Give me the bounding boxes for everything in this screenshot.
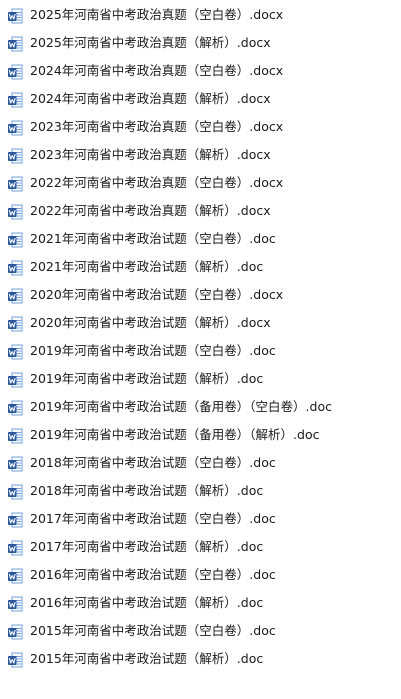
file-name: 2021年河南省中考政治试题（空白卷）.doc: [30, 231, 276, 246]
file-row[interactable]: 2022年河南省中考政治真题（解析）.docx: [0, 198, 401, 224]
file-row[interactable]: 2017年河南省中考政治试题（解析）.doc: [0, 534, 401, 560]
file-name: 2019年河南省中考政治试题（备用卷）（空白卷）.doc: [30, 399, 332, 414]
file-name: 2024年河南省中考政治真题（空白卷）.docx: [30, 63, 284, 78]
word-document-icon: [8, 372, 23, 388]
word-document-icon: [8, 652, 23, 668]
file-row[interactable]: 2015年河南省中考政治试题（空白卷）.doc: [0, 618, 401, 644]
file-name: 2015年河南省中考政治试题（空白卷）.doc: [30, 623, 276, 638]
file-row[interactable]: 2016年河南省中考政治试题（解析）.doc: [0, 590, 401, 616]
file-name: 2018年河南省中考政治试题（空白卷）.doc: [30, 455, 276, 470]
word-document-icon: [8, 540, 23, 556]
file-row[interactable]: 2025年河南省中考政治真题（空白卷）.docx: [0, 2, 401, 28]
word-document-icon: [8, 400, 23, 416]
word-document-icon: [8, 176, 23, 192]
file-row[interactable]: 2017年河南省中考政治试题（空白卷）.doc: [0, 506, 401, 532]
file-row[interactable]: 2016年河南省中考政治试题（空白卷）.doc: [0, 562, 401, 588]
file-row[interactable]: 2019年河南省中考政治试题（备用卷）（解析）.doc: [0, 422, 401, 448]
file-row[interactable]: 2021年河南省中考政治试题（空白卷）.doc: [0, 226, 401, 252]
word-document-icon: [8, 64, 23, 80]
file-name: 2020年河南省中考政治试题（解析）.docx: [30, 315, 271, 330]
file-row[interactable]: 2015年河南省中考政治试题（解析）.doc: [0, 646, 401, 672]
word-document-icon: [8, 36, 23, 52]
word-document-icon: [8, 8, 23, 24]
file-name: 2016年河南省中考政治试题（空白卷）.doc: [30, 567, 276, 582]
word-document-icon: [8, 316, 23, 332]
word-document-icon: [8, 456, 23, 472]
word-document-icon: [8, 596, 23, 612]
word-document-icon: [8, 92, 23, 108]
file-name: 2023年河南省中考政治真题（解析）.docx: [30, 147, 271, 162]
word-document-icon: [8, 204, 23, 220]
word-document-icon: [8, 288, 23, 304]
file-row[interactable]: 2019年河南省中考政治试题（空白卷）.doc: [0, 338, 401, 364]
file-name: 2015年河南省中考政治试题（解析）.doc: [30, 651, 264, 666]
file-row[interactable]: 2019年河南省中考政治试题（解析）.doc: [0, 366, 401, 392]
file-name: 2021年河南省中考政治试题（解析）.doc: [30, 259, 264, 274]
file-row[interactable]: 2024年河南省中考政治真题（解析）.docx: [0, 86, 401, 112]
file-name: 2018年河南省中考政治试题（解析）.doc: [30, 483, 264, 498]
file-row[interactable]: 2024年河南省中考政治真题（空白卷）.docx: [0, 58, 401, 84]
file-row[interactable]: 2023年河南省中考政治真题（解析）.docx: [0, 142, 401, 168]
word-document-icon: [8, 512, 23, 528]
file-name: 2019年河南省中考政治试题（空白卷）.doc: [30, 343, 276, 358]
word-document-icon: [8, 120, 23, 136]
word-document-icon: [8, 344, 23, 360]
word-document-icon: [8, 624, 23, 640]
file-name: 2024年河南省中考政治真题（解析）.docx: [30, 91, 271, 106]
file-row[interactable]: 2019年河南省中考政治试题（备用卷）（空白卷）.doc: [0, 394, 401, 420]
file-name: 2017年河南省中考政治试题（空白卷）.doc: [30, 511, 276, 526]
file-name: 2025年河南省中考政治真题（空白卷）.docx: [30, 7, 284, 22]
word-document-icon: [8, 428, 23, 444]
file-row[interactable]: 2025年河南省中考政治真题（解析）.docx: [0, 30, 401, 56]
word-document-icon: [8, 484, 23, 500]
file-name: 2025年河南省中考政治真题（解析）.docx: [30, 35, 271, 50]
file-row[interactable]: 2018年河南省中考政治试题（空白卷）.doc: [0, 450, 401, 476]
word-document-icon: [8, 148, 23, 164]
file-row[interactable]: 2020年河南省中考政治试题（解析）.docx: [0, 310, 401, 336]
file-row[interactable]: 2020年河南省中考政治试题（空白卷）.docx: [0, 282, 401, 308]
file-name: 2017年河南省中考政治试题（解析）.doc: [30, 539, 264, 554]
file-name: 2019年河南省中考政治试题（备用卷）（解析）.doc: [30, 427, 320, 442]
file-name: 2019年河南省中考政治试题（解析）.doc: [30, 371, 264, 386]
file-row[interactable]: 2023年河南省中考政治真题（空白卷）.docx: [0, 114, 401, 140]
file-name: 2020年河南省中考政治试题（空白卷）.docx: [30, 287, 284, 302]
file-row[interactable]: 2022年河南省中考政治真题（空白卷）.docx: [0, 170, 401, 196]
word-document-icon: [8, 260, 23, 276]
word-document-icon: [8, 232, 23, 248]
file-name: 2022年河南省中考政治真题（解析）.docx: [30, 203, 271, 218]
file-row[interactable]: 2018年河南省中考政治试题（解析）.doc: [0, 478, 401, 504]
file-name: 2023年河南省中考政治真题（空白卷）.docx: [30, 119, 284, 134]
file-row[interactable]: 2021年河南省中考政治试题（解析）.doc: [0, 254, 401, 280]
file-name: 2022年河南省中考政治真题（空白卷）.docx: [30, 175, 284, 190]
file-name: 2016年河南省中考政治试题（解析）.doc: [30, 595, 264, 610]
word-document-icon: [8, 568, 23, 584]
